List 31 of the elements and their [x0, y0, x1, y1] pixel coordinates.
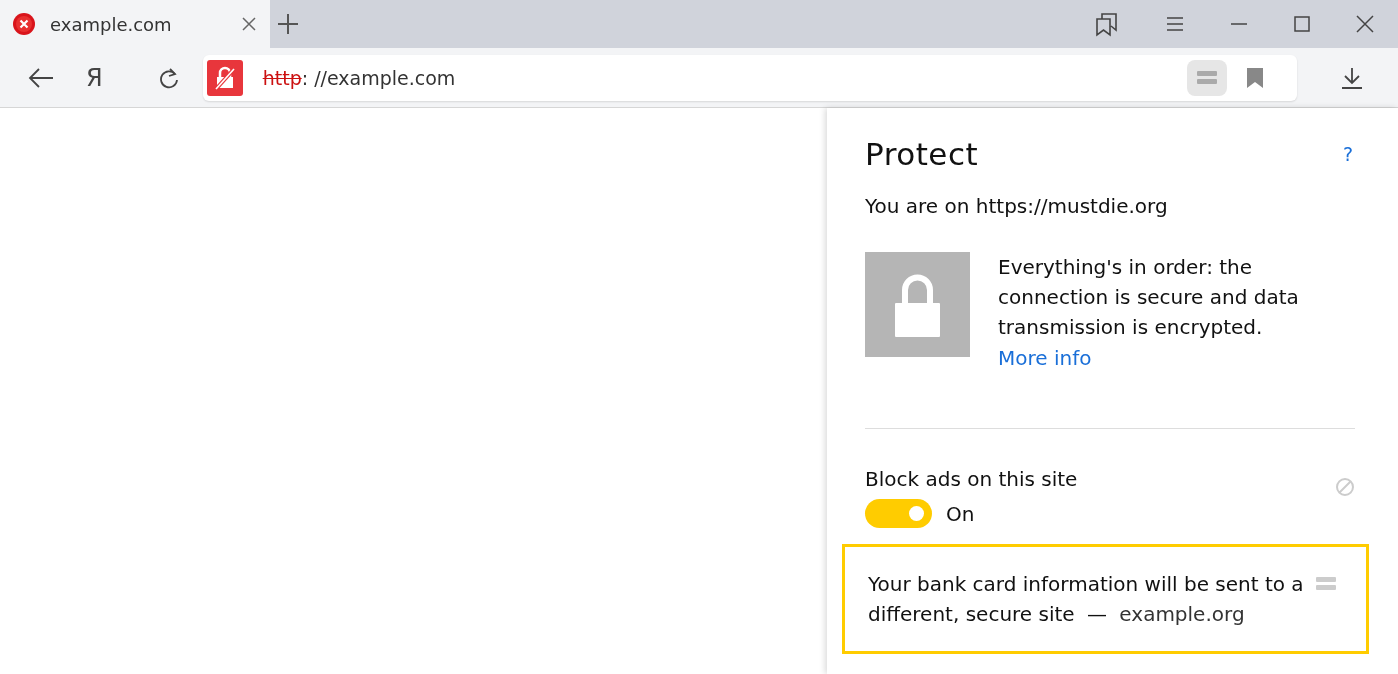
url-text: http: //example.com — [262, 66, 456, 89]
reload-icon[interactable] — [158, 66, 179, 89]
minimize-icon[interactable] — [1230, 22, 1248, 26]
error-icon — [12, 12, 36, 36]
panel-title: Protect — [865, 136, 979, 172]
back-icon[interactable] — [28, 67, 54, 88]
download-icon[interactable] — [1340, 66, 1363, 89]
card-icon — [1316, 577, 1336, 591]
setting-label: Block ads on this site — [865, 467, 1078, 491]
close-tab-icon[interactable] — [242, 17, 256, 31]
tab-title: example.com — [50, 13, 173, 35]
bookmark-icon[interactable] — [1246, 67, 1263, 88]
new-tab-icon[interactable] — [276, 12, 300, 36]
more-info-link[interactable]: More info — [998, 346, 1092, 370]
bookmarks-icon[interactable] — [1094, 11, 1120, 37]
menu-icon[interactable] — [1166, 16, 1184, 32]
toggle-state-text: On — [946, 501, 975, 526]
lock-icon — [865, 252, 970, 357]
status-text: Everything's in order: the connection is secure and data transmission is encrypted. — [998, 254, 1300, 341]
notice-text: Your bank card information will be sent to a different, secure site — example.org — [868, 571, 1305, 628]
home-button[interactable]: Я — [80, 63, 109, 92]
browser-tab[interactable]: example.com — [0, 0, 270, 48]
crossed-lock-icon[interactable] — [206, 59, 243, 96]
card-icon — [1196, 70, 1217, 85]
prohibited-icon — [1335, 477, 1355, 497]
maximize-icon[interactable] — [1294, 16, 1310, 32]
site-address-text: You are on https://mustdie.org — [865, 194, 1169, 218]
toggle-switch[interactable] — [865, 499, 932, 528]
help-link[interactable]: ? — [1342, 143, 1353, 165]
address-bar[interactable]: http: //example.com — [202, 54, 1297, 101]
close-icon[interactable] — [1356, 15, 1374, 33]
